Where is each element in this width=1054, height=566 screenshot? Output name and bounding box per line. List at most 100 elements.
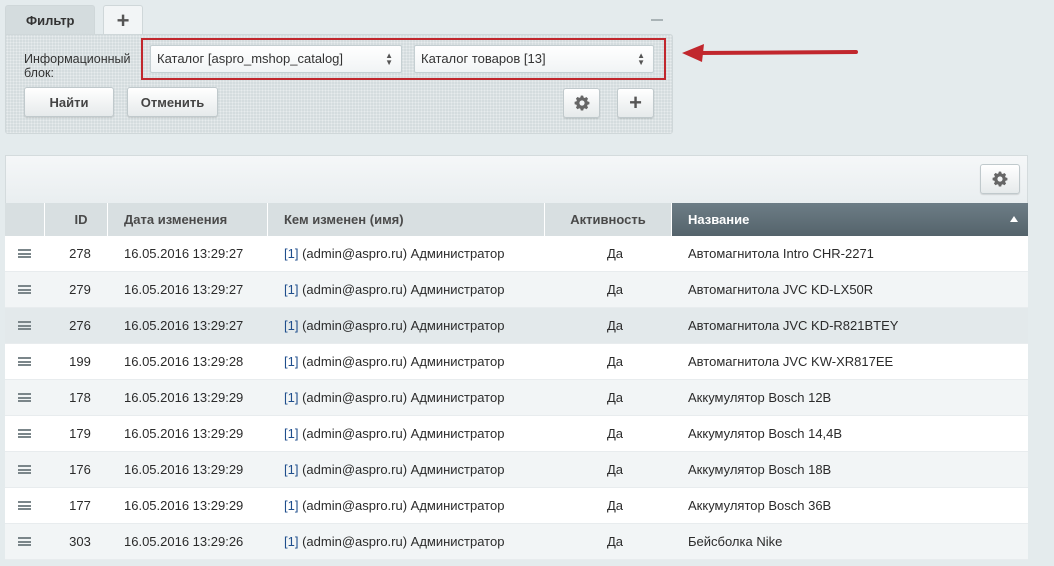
column-header-label: Название xyxy=(688,212,750,227)
iblock-label: Информационный блок: xyxy=(24,52,131,80)
row-menu-icon[interactable] xyxy=(18,285,31,294)
add-field-button[interactable]: + xyxy=(617,88,654,118)
gear-icon xyxy=(992,171,1008,187)
user-id-link[interactable]: [1] xyxy=(284,318,298,333)
cell-modified-by: [1] (admin@aspro.ru) Администратор xyxy=(284,416,504,451)
cell-date: 16.05.2016 13:29:26 xyxy=(124,534,244,549)
user-id-link[interactable]: [1] xyxy=(284,282,298,297)
cell-name: Бейсболка Nike xyxy=(688,534,783,549)
user-id-link[interactable]: [1] xyxy=(284,354,298,369)
user-name: (admin@aspro.ru) Администратор xyxy=(302,246,505,261)
grid-rows: 278 16.05.2016 13:29:27 [1] (admin@aspro… xyxy=(5,236,1028,560)
column-header-active[interactable]: Активность xyxy=(545,203,672,236)
table-row[interactable]: 276 16.05.2016 13:29:27 [1] (admin@aspro… xyxy=(5,308,1028,344)
row-menu-icon[interactable] xyxy=(18,249,31,258)
add-filter-tab-button[interactable]: + xyxy=(103,5,143,35)
user-name: (admin@aspro.ru) Администратор xyxy=(302,354,505,369)
cell-name: Аккумулятор Bosch 36В xyxy=(688,498,832,513)
cell-id: 279 xyxy=(69,282,91,297)
tab-filter-label: Фильтр xyxy=(26,13,75,28)
cell-name: Автомагнитола Intro CHR-2271 xyxy=(688,246,874,261)
row-menu-icon[interactable] xyxy=(18,501,31,510)
cell-modified-by: [1] (admin@aspro.ru) Администратор xyxy=(284,272,504,307)
cell-date: 16.05.2016 13:29:27 xyxy=(124,282,244,297)
user-id-link[interactable]: [1] xyxy=(284,498,298,513)
row-menu-icon[interactable] xyxy=(18,465,31,474)
cell-date: 16.05.2016 13:29:28 xyxy=(124,354,244,369)
cell-date: 16.05.2016 13:29:29 xyxy=(124,426,244,441)
cell-active: Да xyxy=(606,390,624,405)
user-name: (admin@aspro.ru) Администратор xyxy=(302,318,505,333)
column-header-label: Дата изменения xyxy=(124,212,228,227)
tab-filter[interactable]: Фильтр xyxy=(5,5,95,35)
user-id-link[interactable]: [1] xyxy=(284,426,298,441)
cell-date: 16.05.2016 13:29:29 xyxy=(124,498,244,513)
cell-id: 199 xyxy=(69,354,91,369)
user-id-link[interactable]: [1] xyxy=(284,462,298,477)
table-row[interactable]: 176 16.05.2016 13:29:29 [1] (admin@aspro… xyxy=(5,452,1028,488)
user-name: (admin@aspro.ru) Администратор xyxy=(302,390,505,405)
row-menu-icon[interactable] xyxy=(18,321,31,330)
plus-icon: + xyxy=(629,90,642,115)
cancel-button[interactable]: Отменить xyxy=(127,87,218,117)
cell-modified-by: [1] (admin@aspro.ru) Администратор xyxy=(284,236,504,271)
column-header-name[interactable]: Название xyxy=(672,203,1028,236)
user-id-link[interactable]: [1] xyxy=(284,534,298,549)
cell-active: Да xyxy=(606,534,624,549)
cell-active: Да xyxy=(606,354,624,369)
gear-icon xyxy=(574,95,589,111)
cancel-button-label: Отменить xyxy=(140,94,205,110)
annotation-arrow-icon xyxy=(682,44,858,62)
row-menu-icon[interactable] xyxy=(18,357,31,366)
user-id-link[interactable]: [1] xyxy=(284,390,298,405)
cell-date: 16.05.2016 13:29:29 xyxy=(124,462,244,477)
cell-id: 178 xyxy=(69,390,91,405)
cell-name: Аккумулятор Bosch 14,4В xyxy=(688,426,843,441)
cell-id: 276 xyxy=(69,318,91,333)
grid-settings-button[interactable] xyxy=(980,164,1020,194)
annotation-highlight-box xyxy=(141,38,666,80)
filter-settings-button[interactable] xyxy=(563,88,600,118)
user-id-link[interactable]: [1] xyxy=(284,246,298,261)
grid-header: ID Дата изменения Кем изменен (имя) Акти… xyxy=(5,203,1028,237)
row-menu-icon[interactable] xyxy=(18,393,31,402)
cell-id: 303 xyxy=(69,534,91,549)
row-menu-icon[interactable] xyxy=(18,429,31,438)
cell-active: Да xyxy=(606,318,624,333)
column-header-label: ID xyxy=(74,212,88,227)
cell-modified-by: [1] (admin@aspro.ru) Администратор xyxy=(284,308,504,343)
column-header-actions xyxy=(5,203,45,236)
user-name: (admin@aspro.ru) Администратор xyxy=(302,534,505,549)
cell-id: 179 xyxy=(69,426,91,441)
column-header-date[interactable]: Дата изменения xyxy=(108,203,268,236)
user-name: (admin@aspro.ru) Администратор xyxy=(302,282,505,297)
cell-active: Да xyxy=(606,498,624,513)
table-row[interactable]: 199 16.05.2016 13:29:28 [1] (admin@aspro… xyxy=(5,344,1028,380)
cell-active: Да xyxy=(606,462,624,477)
cell-date: 16.05.2016 13:29:27 xyxy=(124,246,244,261)
cell-modified-by: [1] (admin@aspro.ru) Администратор xyxy=(284,380,504,415)
table-row[interactable]: 178 16.05.2016 13:29:29 [1] (admin@aspro… xyxy=(5,380,1028,416)
column-header-id[interactable]: ID xyxy=(45,203,108,236)
table-row[interactable]: 278 16.05.2016 13:29:27 [1] (admin@aspro… xyxy=(5,236,1028,272)
row-menu-icon[interactable] xyxy=(18,537,31,546)
minimize-icon[interactable] xyxy=(651,19,663,21)
cell-active: Да xyxy=(606,426,624,441)
table-row[interactable]: 179 16.05.2016 13:29:29 [1] (admin@aspro… xyxy=(5,416,1028,452)
cell-date: 16.05.2016 13:29:27 xyxy=(124,318,244,333)
cell-id: 177 xyxy=(69,498,91,513)
user-name: (admin@aspro.ru) Администратор xyxy=(302,498,505,513)
cell-modified-by: [1] (admin@aspro.ru) Администратор xyxy=(284,344,504,379)
table-row[interactable]: 303 16.05.2016 13:29:26 [1] (admin@aspro… xyxy=(5,524,1028,560)
cell-active: Да xyxy=(606,246,624,261)
table-row[interactable]: 279 16.05.2016 13:29:27 [1] (admin@aspro… xyxy=(5,272,1028,308)
find-button[interactable]: Найти xyxy=(24,87,114,117)
cell-id: 278 xyxy=(69,246,91,261)
cell-name: Автомагнитола JVC KW-XR817EE xyxy=(688,354,894,369)
cell-modified-by: [1] (admin@aspro.ru) Администратор xyxy=(284,524,504,559)
column-header-modified-by[interactable]: Кем изменен (имя) xyxy=(268,203,545,236)
table-row[interactable]: 177 16.05.2016 13:29:29 [1] (admin@aspro… xyxy=(5,488,1028,524)
user-name: (admin@aspro.ru) Администратор xyxy=(302,462,505,477)
column-header-label: Активность xyxy=(570,212,646,227)
plus-icon: + xyxy=(116,7,130,33)
